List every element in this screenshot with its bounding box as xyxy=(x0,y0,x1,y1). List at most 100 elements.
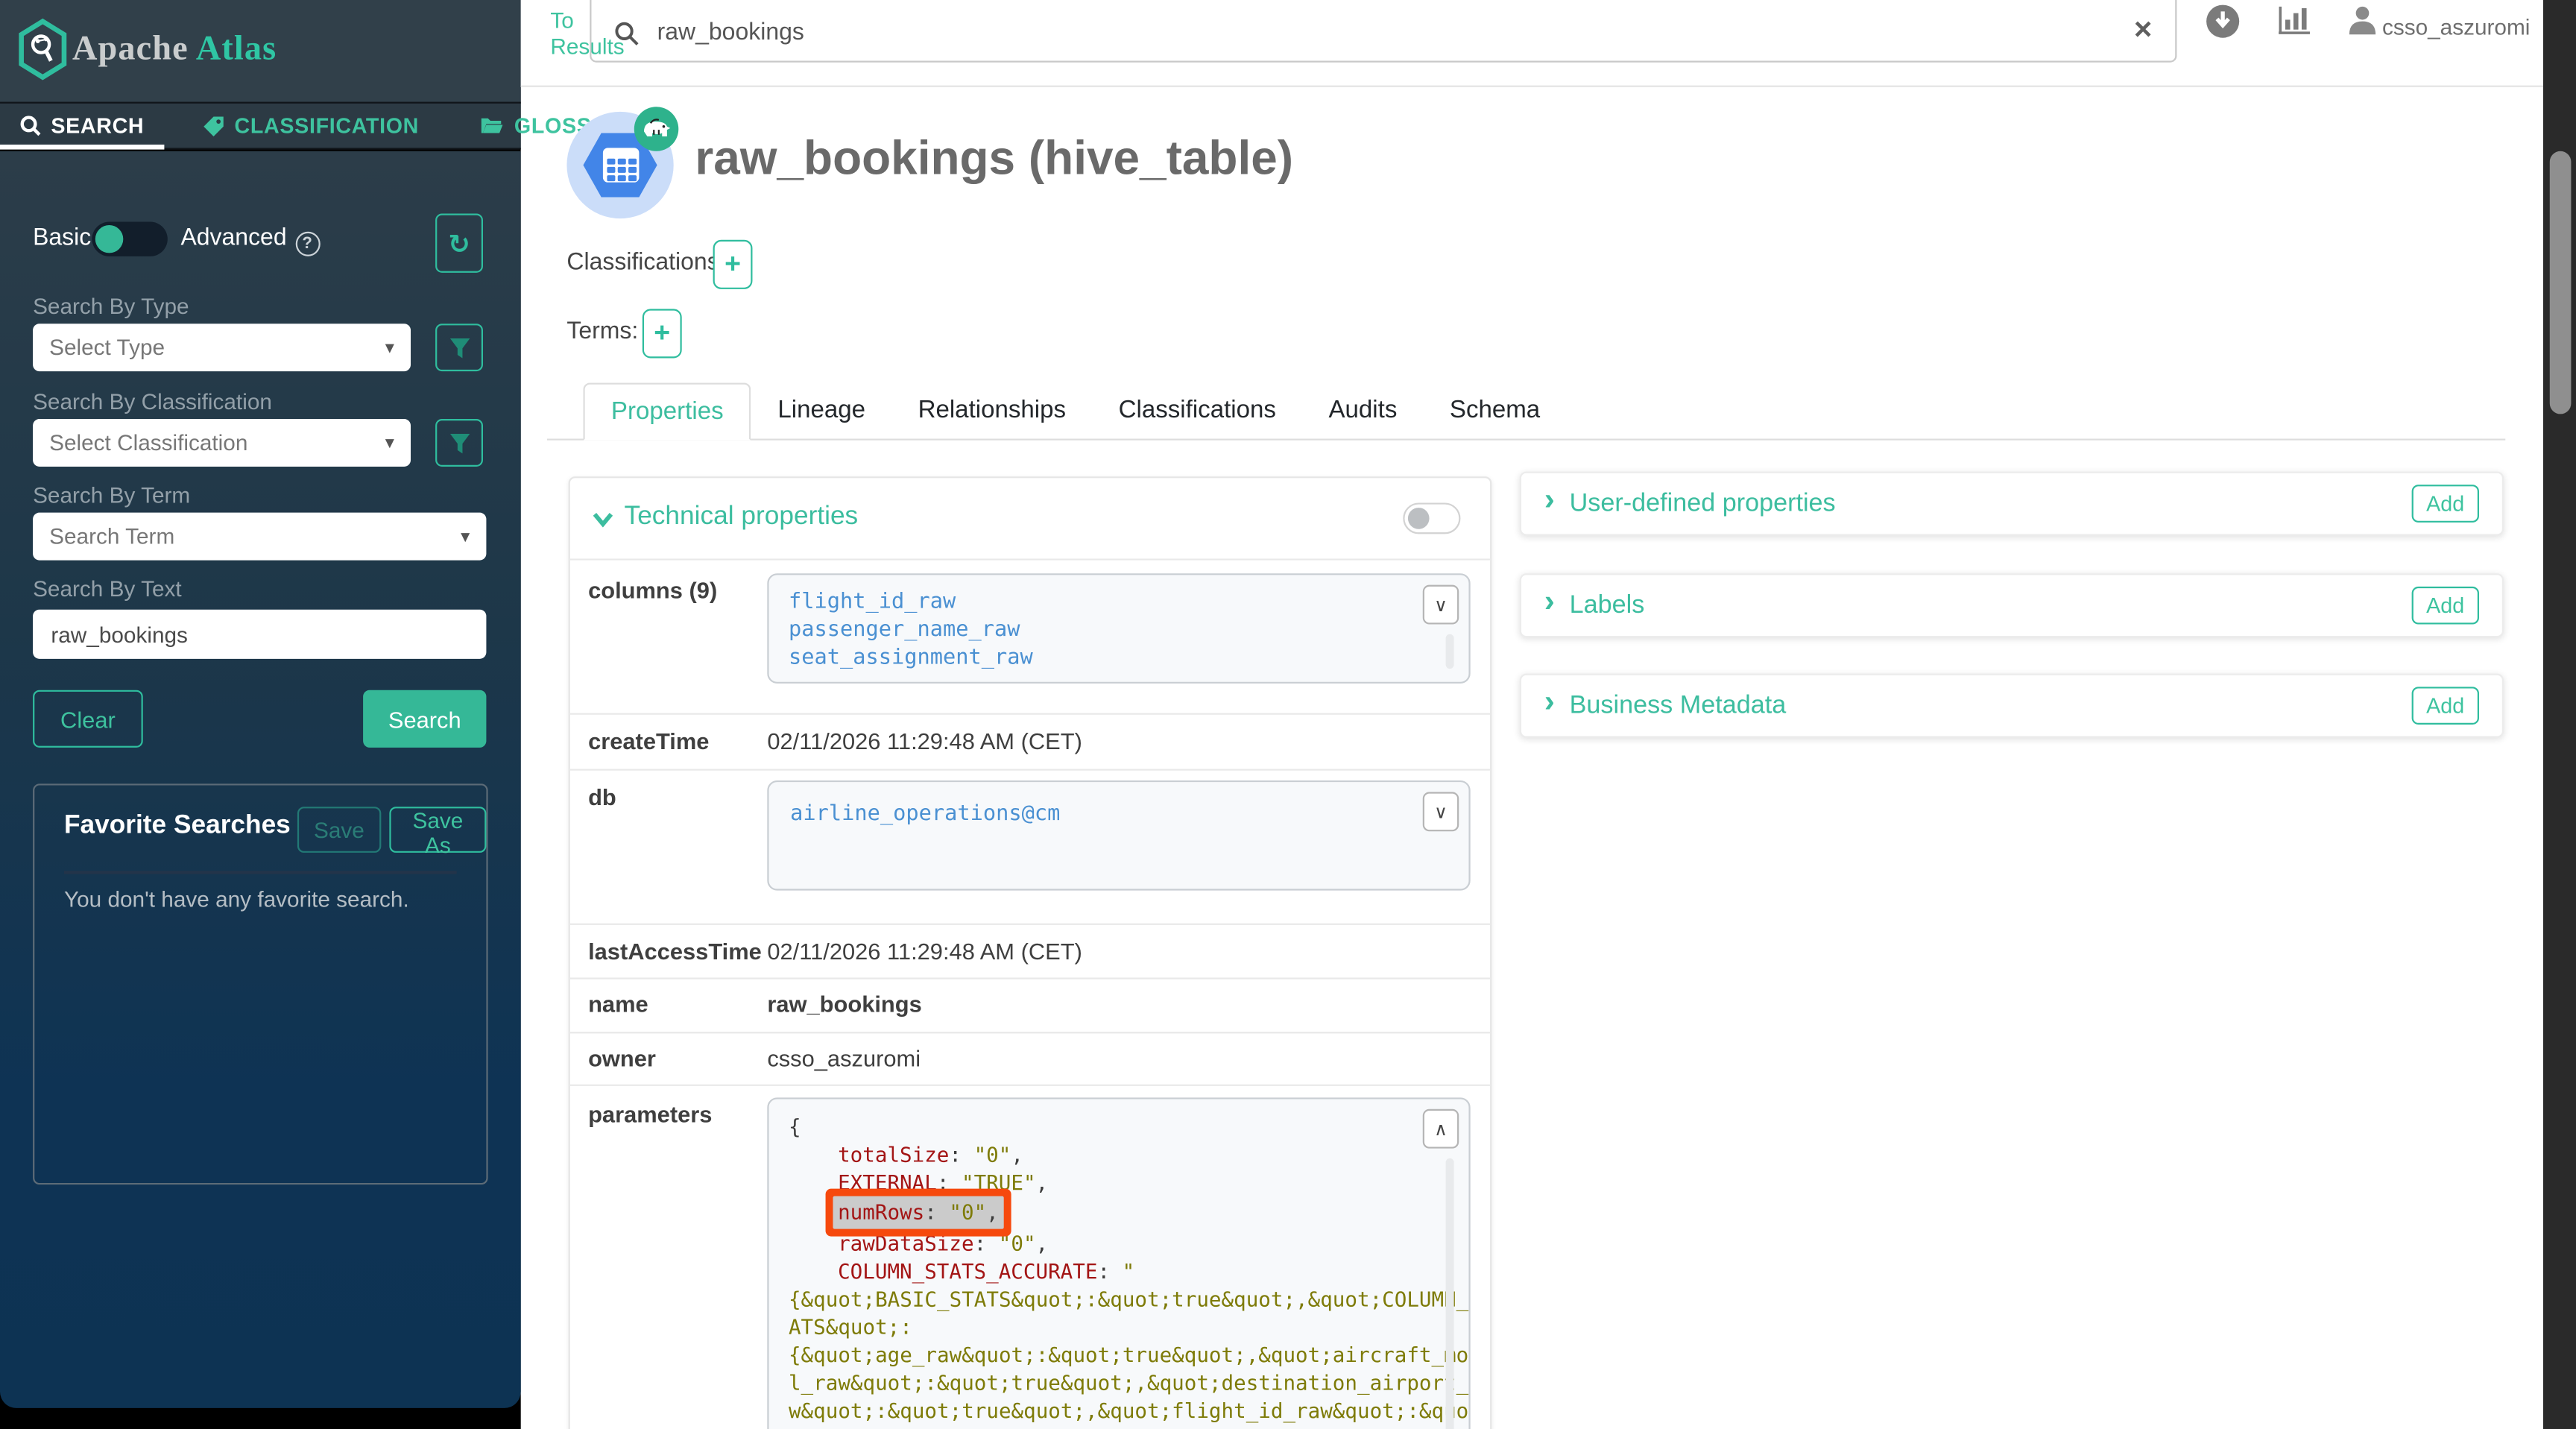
code-line: ATS&quot;: xyxy=(789,1313,1449,1340)
refresh-button[interactable]: ↻ xyxy=(435,214,483,273)
box-scrollbar[interactable] xyxy=(1446,634,1454,669)
add-term-button[interactable]: + xyxy=(643,309,682,358)
card-labels: › Labels Add xyxy=(1520,573,2504,637)
download-icon[interactable] xyxy=(2205,3,2241,39)
card-title[interactable]: Labels xyxy=(1570,590,2412,620)
createtime-label: createTime xyxy=(588,728,709,754)
type-filter-button[interactable] xyxy=(435,324,483,371)
panel-title[interactable]: Technical properties xyxy=(625,502,859,532)
chevron-right-icon[interactable]: › xyxy=(1544,685,1555,721)
scrollbar-thumb[interactable] xyxy=(2549,151,2571,414)
box-scrollbar[interactable] xyxy=(1446,1158,1454,1429)
page-scrollbar[interactable] xyxy=(2543,0,2576,1429)
numrows-highlight: numRows: "0", xyxy=(833,1196,1003,1229)
tab-audits[interactable]: Audits xyxy=(1302,383,1423,441)
add-button[interactable]: Add xyxy=(2411,485,2479,523)
sidebar-nav: SEARCH CLASSIFICATION GLOSSARY xyxy=(0,102,521,150)
search-button[interactable]: Search xyxy=(363,690,486,748)
name-label: name xyxy=(588,991,648,1017)
type-select[interactable]: Select Type ▾ xyxy=(33,324,411,371)
code-line: {&quot;BASIC_STATS&quot;:&quot;true&quot… xyxy=(789,1285,1449,1313)
expand-button[interactable]: ∨ xyxy=(1423,792,1459,831)
caret-down-icon: ▾ xyxy=(461,526,470,547)
tab-schema[interactable]: Schema xyxy=(1424,383,1567,441)
code-line: { xyxy=(789,1112,1449,1140)
owner-label: owner xyxy=(588,1045,656,1071)
chevron-down-icon[interactable] xyxy=(591,511,614,527)
help-icon[interactable]: ? xyxy=(295,232,320,256)
brand-apache: Apache xyxy=(72,28,196,67)
app-root: Apache Atlas SEARCH CLASSIFICATION GLOSS… xyxy=(0,0,2576,1429)
technical-properties-panel: Technical properties columns (9) flight_… xyxy=(569,476,1492,1428)
folder-open-icon xyxy=(480,115,505,136)
sidebar-body: Basic Advanced? ↻ Search By Type Select … xyxy=(0,151,521,1408)
nav-tab-classification-label: CLASSIFICATION xyxy=(235,113,420,138)
tab-classifications[interactable]: Classifications xyxy=(1092,383,1302,441)
clear-search-icon[interactable]: × xyxy=(2127,13,2159,48)
favorites-panel: Favorite Searches Save Save As You don't… xyxy=(33,783,488,1184)
card-title[interactable]: Business Metadata xyxy=(1570,691,2412,721)
term-select[interactable]: Search Term ▾ xyxy=(33,513,486,561)
favorites-title: Favorite Searches xyxy=(64,812,291,842)
card-title[interactable]: User-defined properties xyxy=(1570,489,2412,519)
code-line: EXTERNAL: "TRUE", xyxy=(789,1168,1449,1196)
atlas-brand: Apache Atlas xyxy=(72,28,277,69)
nav-tab-search-label: SEARCH xyxy=(51,113,144,138)
divider xyxy=(570,713,1490,715)
entity-icon xyxy=(566,112,673,218)
tab-lineage[interactable]: Lineage xyxy=(751,383,891,441)
chevron-right-icon[interactable]: › xyxy=(1544,585,1555,621)
add-button[interactable]: Add xyxy=(2411,687,2479,725)
add-button[interactable]: Add xyxy=(2411,587,2479,625)
classification-filter-button[interactable] xyxy=(435,419,483,467)
plus-icon: + xyxy=(724,248,741,281)
column-link[interactable]: flight_id_raw xyxy=(789,588,1449,616)
classifications-label: Classifications: xyxy=(566,250,725,276)
nav-tab-classification[interactable]: CLASSIFICATION xyxy=(182,104,438,148)
add-classification-button[interactable]: + xyxy=(713,240,753,289)
column-link[interactable]: passenger_name_raw xyxy=(789,616,1449,644)
advanced-label: Advanced? xyxy=(180,225,319,256)
nav-tab-search[interactable]: SEARCH xyxy=(0,104,164,148)
text-search-input[interactable] xyxy=(33,610,486,659)
panel-toggle[interactable] xyxy=(1403,502,1460,534)
hive-badge-icon xyxy=(634,107,679,151)
owner-value: csso_aszuromi xyxy=(767,1045,921,1071)
basic-label: Basic xyxy=(33,225,91,251)
code-line: {&quot;age_raw&quot;:&quot;true&quot;,&q… xyxy=(789,1341,1449,1369)
chevron-right-icon[interactable]: › xyxy=(1544,483,1555,519)
save-button[interactable]: Save xyxy=(297,807,381,853)
expand-button[interactable]: ∨ xyxy=(1423,585,1459,625)
columns-box: flight_id_rawpassenger_name_rawseat_assi… xyxy=(767,573,1470,684)
caret-down-icon: ▾ xyxy=(385,432,394,454)
filter-text-label: Search By Text xyxy=(33,577,182,602)
search-icon xyxy=(19,115,41,136)
tab-properties[interactable]: Properties xyxy=(583,383,751,441)
basic-advanced-toggle[interactable] xyxy=(92,222,167,256)
user-icon[interactable] xyxy=(2348,5,2378,37)
db-link[interactable]: airline_operations@cm xyxy=(790,802,1060,827)
statistics-icon[interactable] xyxy=(2277,5,2311,38)
card-user-defined-properties: › User-defined properties Add xyxy=(1520,472,2504,536)
parameters-label: parameters xyxy=(588,1101,712,1127)
global-search-input[interactable] xyxy=(654,17,2127,47)
divider xyxy=(64,871,457,874)
code-line: numRows: "0", xyxy=(789,1196,1449,1229)
parameters-box: {totalSize: "0",EXTERNAL: "TRUE",numRows… xyxy=(767,1097,1470,1428)
username[interactable]: csso_aszuromi xyxy=(2382,15,2530,40)
topbar: To Results × csso_aszuromi xyxy=(521,0,2543,87)
tag-icon xyxy=(201,114,224,137)
classification-select[interactable]: Select Classification ▾ xyxy=(33,419,411,467)
search-icon xyxy=(614,22,639,46)
divider xyxy=(570,1032,1490,1033)
divider xyxy=(570,558,1490,560)
funnel-icon xyxy=(449,433,469,452)
column-link[interactable]: seat_assignment_raw xyxy=(789,644,1449,672)
collapse-button[interactable]: ∧ xyxy=(1423,1109,1459,1149)
save-as-button[interactable]: Save As xyxy=(389,807,486,853)
clear-button[interactable]: Clear xyxy=(33,690,143,748)
sidebar-header: Apache Atlas xyxy=(0,0,521,102)
tab-relationships[interactable]: Relationships xyxy=(891,383,1092,441)
code-line: l_raw&quot;:&quot;true&quot;,&quot;desti… xyxy=(789,1369,1449,1396)
toggle-knob xyxy=(95,225,123,253)
